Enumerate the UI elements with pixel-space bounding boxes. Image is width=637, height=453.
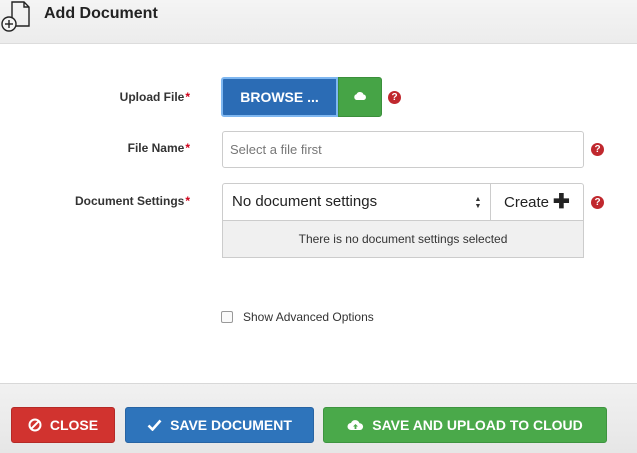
save-and-upload-label: SAVE AND UPLOAD TO CLOUD <box>372 417 583 433</box>
check-icon <box>147 419 162 431</box>
advanced-options-label[interactable]: Show Advanced Options <box>243 310 374 324</box>
ban-icon <box>28 418 42 432</box>
cloud-upload-button[interactable] <box>338 77 382 117</box>
document-settings-label-text: Document Settings <box>74 194 185 208</box>
create-settings-button[interactable]: Create ✚ <box>491 183 584 221</box>
cloud-upload-icon <box>347 419 364 431</box>
save-document-label: SAVE DOCUMENT <box>170 417 292 433</box>
upload-file-help-icon[interactable]: ? <box>388 91 401 104</box>
file-name-label-text: File Name <box>127 141 185 155</box>
document-settings-select[interactable]: No document settings ▲ ▼ <box>222 183 491 221</box>
dialog-footer: CLOSE SAVE DOCUMENT SAVE AND UPLOAD TO C… <box>0 383 637 453</box>
document-settings-selected: No document settings <box>232 193 378 210</box>
save-document-button[interactable]: SAVE DOCUMENT <box>125 407 314 443</box>
required-mark: * <box>185 141 190 155</box>
browse-button[interactable]: BROWSE ... <box>221 77 338 117</box>
upload-file-label: Upload File* <box>0 90 190 104</box>
close-label: CLOSE <box>49 417 99 433</box>
save-and-upload-button[interactable]: SAVE AND UPLOAD TO CLOUD <box>323 407 607 443</box>
dialog-header: Add Document <box>0 0 637 44</box>
file-name-input[interactable]: Select a file first <box>222 131 584 168</box>
document-settings-help-icon[interactable]: ? <box>591 196 604 209</box>
select-arrows-icon: ▲ ▼ <box>474 196 482 210</box>
close-button[interactable]: CLOSE <box>11 407 115 443</box>
plus-icon: ✚ <box>553 191 570 213</box>
document-settings-label: Document Settings* <box>0 194 190 208</box>
required-mark: * <box>185 194 190 208</box>
add-document-icon <box>0 0 32 34</box>
required-mark: * <box>185 90 190 104</box>
advanced-options-checkbox[interactable] <box>221 311 233 323</box>
create-label: Create <box>504 194 550 211</box>
cloud-icon <box>353 88 367 106</box>
file-name-label: File Name* <box>0 141 190 155</box>
settings-info-text: There is no document settings selected <box>222 221 584 258</box>
upload-file-label-text: Upload File <box>119 90 185 104</box>
dialog-title: Add Document <box>44 5 158 22</box>
file-name-help-icon[interactable]: ? <box>591 143 604 156</box>
